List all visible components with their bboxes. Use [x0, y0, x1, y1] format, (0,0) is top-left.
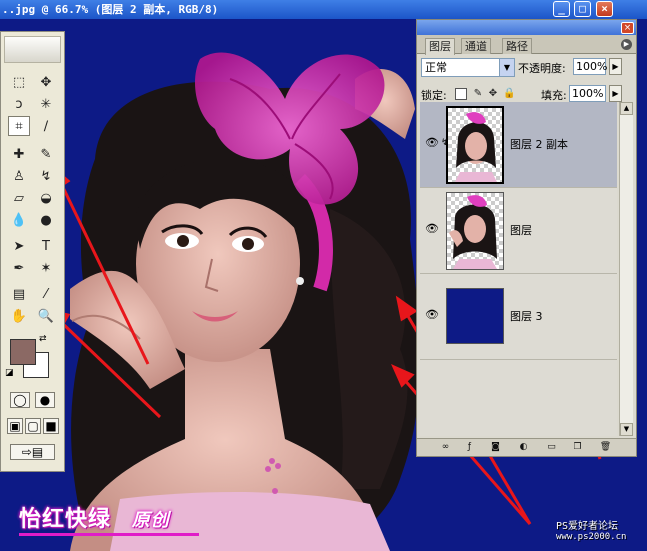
dodge-icon[interactable]: ●	[35, 210, 57, 230]
eye-icon[interactable]: 👁	[423, 222, 441, 238]
eraser-icon[interactable]: ▱	[8, 188, 30, 208]
blend-mode-value: 正常	[425, 61, 447, 74]
layer-row-3[interactable]: 👁 图层 3	[420, 274, 617, 360]
chevron-down-icon[interactable]: ▼	[499, 59, 514, 76]
minimize-button[interactable]: _	[553, 1, 570, 17]
watermark-forum: PS爱好者论坛	[556, 521, 619, 532]
new-group-icon[interactable]: ▭	[545, 441, 558, 454]
path-select-icon[interactable]: ➤	[8, 236, 30, 256]
slice-icon[interactable]: ∕	[35, 116, 57, 136]
scroll-down-icon[interactable]: ▼	[620, 423, 633, 436]
marquee-icon[interactable]: ⬚	[8, 72, 30, 92]
crop-icon[interactable]: ⌗	[8, 116, 30, 136]
window-title: ..jpg @ 66.7% (图层 2 副本, RGB/8)	[2, 3, 219, 16]
layers-palette: × 图层 通道 路径 ▶ 正常 ▼ 不透明度: 100% ▶ 锁定: ✎ ✥ 🔒…	[416, 19, 637, 457]
maximize-button[interactable]: □	[574, 1, 591, 17]
palette-menu-icon[interactable]: ▶	[621, 39, 632, 50]
move-icon[interactable]: ✥	[35, 72, 57, 92]
palette-tab-row: 图层 通道 路径 ▶	[417, 35, 636, 55]
zoom-icon[interactable]: 🔍	[35, 306, 57, 326]
signature-underline	[19, 533, 199, 536]
layer-thumbnail	[446, 106, 504, 184]
standard-mode-button[interactable]: ◯	[10, 392, 30, 408]
clone-stamp-icon[interactable]: ♙	[8, 166, 30, 186]
magic-wand-icon[interactable]: ✳	[35, 94, 57, 114]
fill-slider-arrow[interactable]: ▶	[609, 85, 622, 102]
shape-icon[interactable]: ✶	[35, 258, 57, 278]
opacity-field[interactable]: 100%	[573, 58, 607, 75]
blur-icon[interactable]: 💧	[8, 210, 30, 230]
tab-channels[interactable]: 通道	[461, 38, 491, 54]
layer-list-scrollbar[interactable]: ▲ ▼	[619, 102, 633, 436]
paint-bucket-icon[interactable]: ◒	[35, 188, 57, 208]
palette-bottom-bar: ∞ ƒ ◙ ◐ ▭ ❐ 🗑	[417, 438, 636, 456]
layer-thumbnail	[446, 288, 504, 344]
watermark-url: www.ps2000.cn	[556, 532, 627, 542]
lock-all-icon[interactable]: 🔒	[503, 88, 515, 100]
layer-name: 图层 3	[510, 310, 543, 323]
lock-label: 锁定:	[421, 89, 447, 102]
hand-icon[interactable]: ✋	[8, 306, 30, 326]
fill-field[interactable]: 100%	[569, 85, 606, 102]
palette-close-button[interactable]: ×	[621, 22, 634, 34]
signature-text: 怡红快绿	[19, 507, 112, 532]
palette-title-bar[interactable]: ×	[417, 20, 636, 35]
layer-row-2-copy[interactable]: 👁 ↯ 图层 2 副本	[420, 102, 617, 188]
opacity-slider-arrow[interactable]: ▶	[609, 58, 622, 75]
lasso-icon[interactable]: ↄ	[8, 94, 30, 114]
link-layers-icon[interactable]: ∞	[439, 441, 452, 454]
author-signature: 怡红快绿 原创	[19, 501, 170, 533]
layer-thumbnail	[446, 192, 504, 270]
close-button[interactable]: ×	[596, 1, 613, 17]
jump-to-imageready-button[interactable]: ⇨▤	[10, 444, 55, 460]
tab-layers[interactable]: 图层	[425, 38, 455, 55]
layer-name: 图层	[510, 224, 532, 237]
layer-name: 图层 2 副本	[510, 138, 568, 151]
scroll-up-icon[interactable]: ▲	[620, 102, 633, 115]
lock-position-icon[interactable]: ✥	[487, 88, 499, 100]
adjustment-layer-icon[interactable]: ◐	[517, 441, 530, 454]
toolbox-panel: ⬚ ✥ ↄ ✳ ⌗ ∕ ✚ ✎ ♙ ↯ ▱ ◒ 💧 ● ➤ T ✒ ✶ ▤ ⁄ …	[0, 31, 65, 472]
notes-icon[interactable]: ▤	[8, 284, 30, 304]
eye-icon[interactable]: 👁	[423, 136, 441, 152]
brush-icon[interactable]: ✎	[35, 144, 57, 164]
lock-paint-icon[interactable]: ✎	[472, 88, 484, 100]
opacity-label: 不透明度:	[518, 62, 566, 75]
eyedropper-icon[interactable]: ⁄	[35, 284, 57, 304]
screen-mode-standard-button[interactable]: ▣	[7, 418, 23, 434]
tab-paths[interactable]: 路径	[502, 38, 532, 54]
pen-icon[interactable]: ✒	[8, 258, 30, 278]
new-layer-icon[interactable]: ❐	[571, 441, 584, 454]
history-brush-icon[interactable]: ↯	[35, 166, 57, 186]
default-colors-icon[interactable]: ◪	[5, 368, 14, 378]
signature-suffix: 原创	[131, 510, 170, 531]
eye-icon[interactable]: 👁	[423, 308, 441, 324]
window-title-bar[interactable]: ..jpg @ 66.7% (图层 2 副本, RGB/8) _ □ ×	[0, 0, 647, 19]
type-icon[interactable]: T	[35, 236, 57, 256]
swap-colors-icon[interactable]: ⇄	[39, 334, 47, 344]
lock-transparency-icon[interactable]	[455, 88, 467, 100]
layer-mask-icon[interactable]: ◙	[489, 441, 502, 454]
layer-list: 👁 ↯ 图层 2 副本 👁 图层 👁 图层 3	[420, 102, 617, 436]
layer-style-icon[interactable]: ƒ	[463, 441, 476, 454]
quick-mask-button[interactable]: ●	[35, 392, 55, 408]
foreground-color-swatch[interactable]	[10, 339, 36, 365]
fill-label: 填充:	[541, 89, 567, 102]
healing-brush-icon[interactable]: ✚	[8, 144, 30, 164]
layer-row-2[interactable]: 👁 图层	[420, 188, 617, 274]
trash-icon[interactable]: 🗑	[599, 441, 612, 454]
blend-mode-select[interactable]: 正常 ▼	[421, 58, 515, 77]
photoshop-feather-logo	[4, 36, 61, 63]
screen-mode-full-button[interactable]: ■	[43, 418, 59, 434]
screen-mode-full-menu-button[interactable]: ▢	[25, 418, 41, 434]
